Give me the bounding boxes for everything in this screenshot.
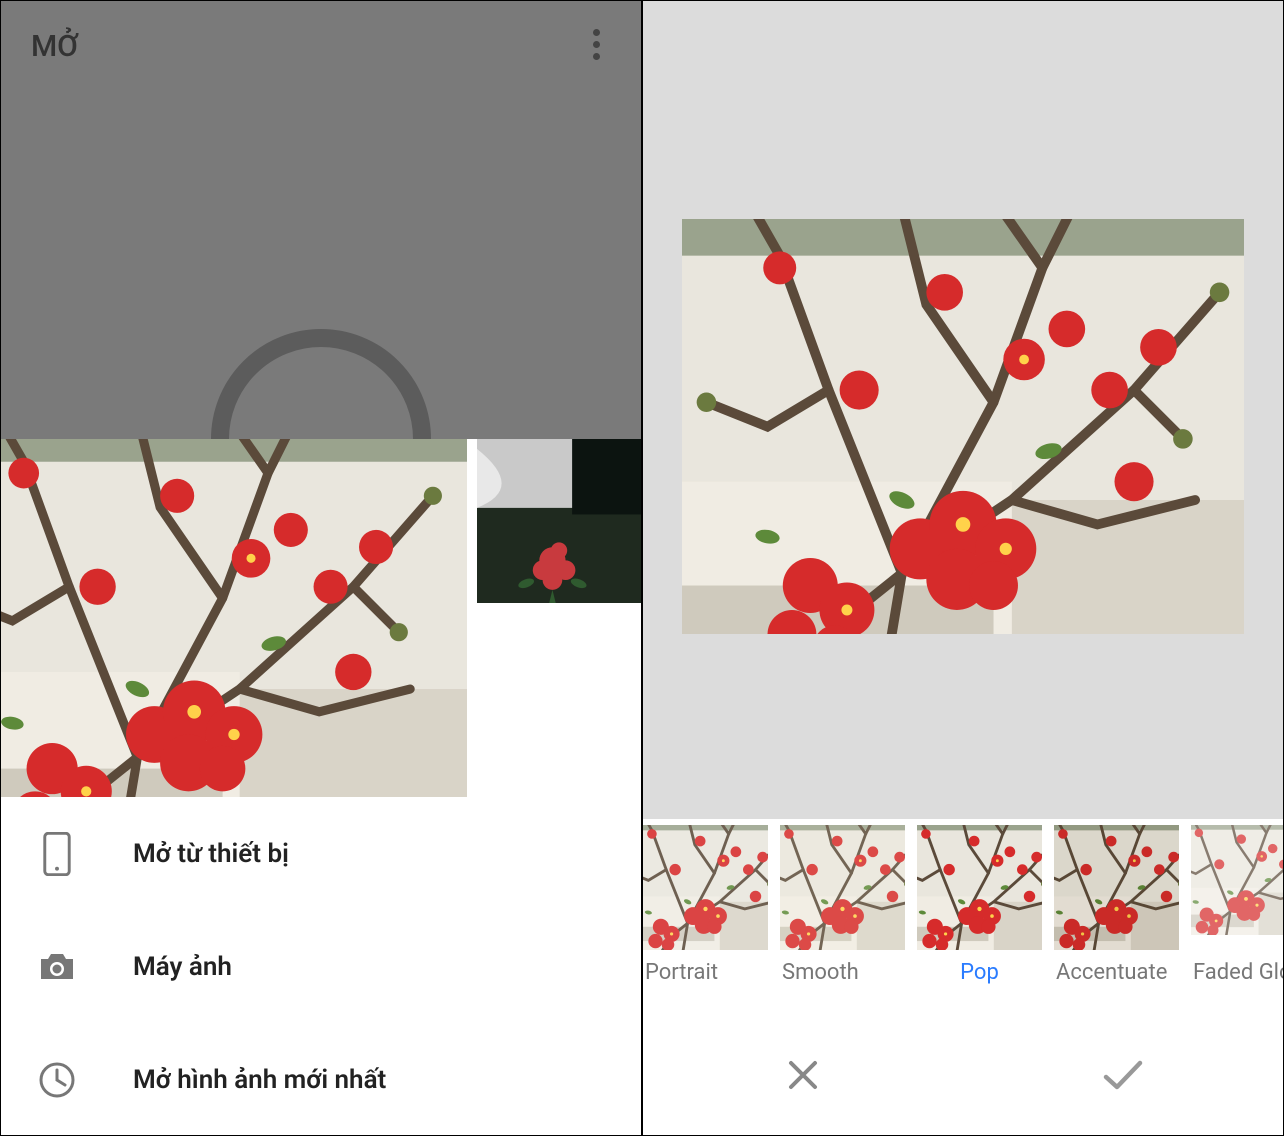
filter-thumb-icon <box>643 825 768 950</box>
clock-icon <box>35 1060 79 1100</box>
filter-thumb-icon <box>1054 825 1179 950</box>
cancel-button[interactable] <box>643 1015 963 1135</box>
background-arc <box>211 329 431 439</box>
filter-thumb-icon <box>917 825 1042 950</box>
open-source-menu: Mở từ thiết bị Máy ảnh <box>1 797 641 1135</box>
open-from-device-item[interactable]: Mở từ thiết bị <box>1 797 641 910</box>
recent-thumbnails <box>1 439 641 797</box>
check-icon <box>1100 1055 1146 1095</box>
filter-smooth-label: Smooth <box>780 960 905 985</box>
photo-thumbnail-icon <box>1 439 467 797</box>
filter-strip[interactable]: Portrait Smooth Pop <box>643 819 1283 985</box>
image-preview-area <box>643 1 1283 819</box>
filter-thumb-icon <box>780 825 905 950</box>
filter-pop-label: Pop <box>917 960 1042 985</box>
editor-action-row <box>643 1015 1283 1135</box>
filter-editor-panel: Portrait Smooth Pop <box>643 1 1283 1135</box>
more-options-button[interactable] <box>579 27 613 61</box>
open-backdrop: MỞ <box>1 1 641 439</box>
more-vert-icon <box>593 29 600 36</box>
filter-accentuate[interactable]: Accentuate <box>1054 825 1179 985</box>
close-icon <box>783 1055 823 1095</box>
filter-faded-glow-label: Faded Glo <box>1191 960 1283 985</box>
recent-thumbnail-2[interactable] <box>477 439 641 797</box>
confirm-button[interactable] <box>963 1015 1283 1135</box>
smartphone-icon <box>35 832 79 876</box>
filter-portrait[interactable]: Portrait <box>643 825 768 985</box>
image-preview[interactable] <box>682 219 1244 601</box>
open-from-device-label: Mở từ thiết bị <box>133 839 289 869</box>
preview-image-icon <box>682 219 1244 634</box>
photo-thumbnail-icon <box>477 439 641 603</box>
open-latest-item[interactable]: Mở hình ảnh mới nhất <box>1 1023 641 1135</box>
filter-smooth[interactable]: Smooth <box>780 825 905 985</box>
filter-portrait-label: Portrait <box>643 960 768 985</box>
open-image-panel: MỞ <box>1 1 641 1135</box>
open-camera-item[interactable]: Máy ảnh <box>1 910 641 1023</box>
camera-icon <box>35 951 79 983</box>
open-title: MỞ <box>31 29 78 64</box>
filter-thumb-icon <box>1191 825 1283 935</box>
recent-thumbnail-1[interactable] <box>1 439 467 797</box>
filter-pop[interactable]: Pop <box>917 825 1042 985</box>
filter-faded-glow[interactable]: Faded Glo <box>1191 825 1283 985</box>
open-latest-label: Mở hình ảnh mới nhất <box>133 1065 386 1095</box>
filter-accentuate-label: Accentuate <box>1054 960 1179 985</box>
open-camera-label: Máy ảnh <box>133 952 232 982</box>
